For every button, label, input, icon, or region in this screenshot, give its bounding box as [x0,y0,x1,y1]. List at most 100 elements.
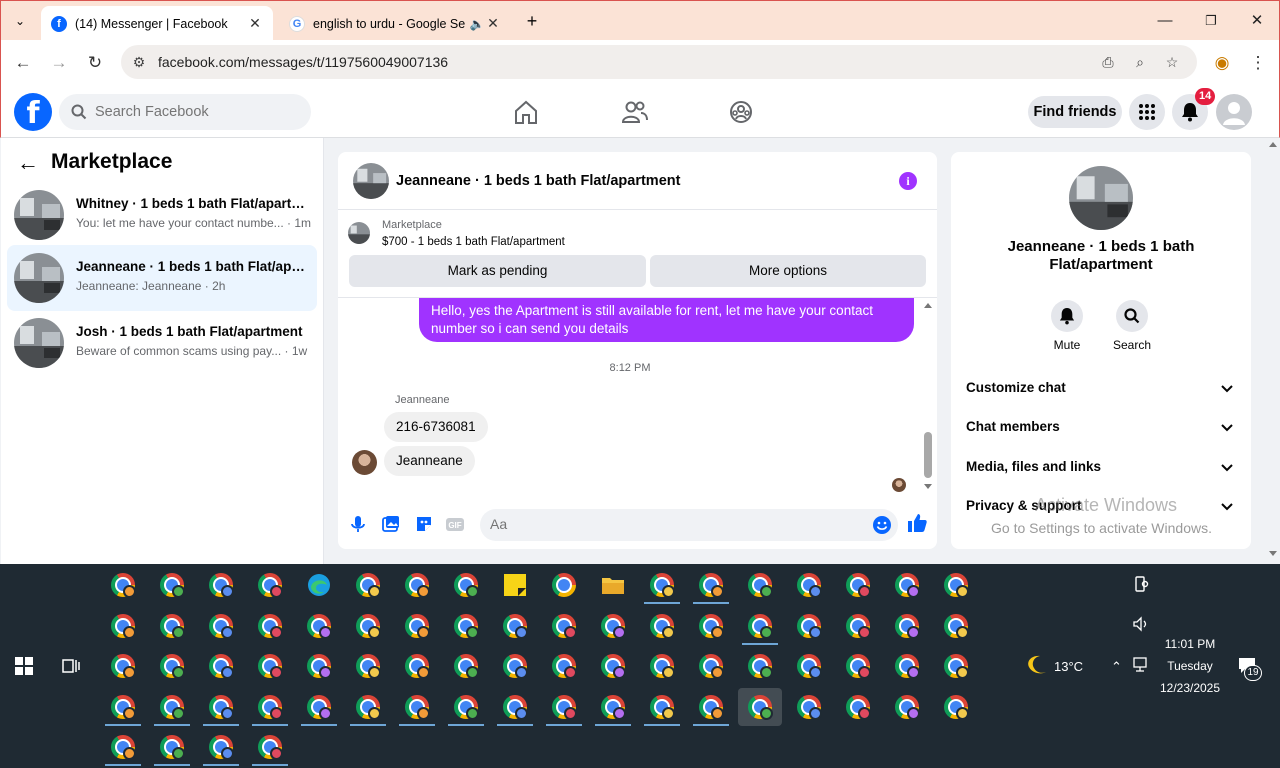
chrome-icon[interactable] [395,647,439,685]
chrome-icon[interactable] [738,647,782,685]
details-avatar[interactable] [1069,166,1133,230]
chrome-icon[interactable] [444,688,488,726]
url-text[interactable]: facebook.com/messages/t/1197560049007136 [158,54,448,70]
chrome-icon[interactable] [787,647,831,685]
back-arrow-icon[interactable]: ← [17,150,39,176]
chrome-icon[interactable] [101,566,145,604]
chrome-icon[interactable] [248,566,292,604]
profile-icon[interactable]: ◉ [1209,50,1235,76]
facebook-logo[interactable]: f [14,93,52,131]
more-options-button[interactable]: More options [650,255,926,287]
chrome-icon[interactable] [591,647,635,685]
chrome-icon[interactable] [150,728,194,766]
chrome-icon[interactable] [836,688,880,726]
customize-chat-section[interactable]: Customize chat [966,380,1236,404]
listing-thumbnail[interactable] [348,222,370,244]
chrome-icon[interactable] [297,688,341,726]
task-view-icon[interactable] [62,657,80,675]
chrome-icon[interactable] [101,647,145,685]
clock-date[interactable]: 12/23/2025 [1150,681,1230,695]
volume-icon[interactable] [1132,615,1150,633]
chrome-icon[interactable] [885,688,929,726]
chrome-icon[interactable] [248,728,292,766]
tab-messenger[interactable]: f (14) Messenger | Facebook ✕ [41,6,273,41]
chrome-menu-icon[interactable]: ⋮ [1245,50,1271,76]
chrome-icon[interactable] [248,688,292,726]
chrome-icon[interactable] [787,607,831,645]
conversation-item-josh[interactable]: Josh · 1 beds 1 bath Flat/apartment Bewa… [7,310,317,376]
chrome-icon[interactable] [836,607,880,645]
friends-icon[interactable] [619,98,649,126]
reload-button[interactable]: ↻ [82,50,108,76]
tab-search-button[interactable]: ⌄ [9,10,31,32]
chrome-icon[interactable] [444,607,488,645]
chrome-icon[interactable] [591,607,635,645]
minimize-button[interactable]: — [1142,9,1188,33]
listing-price[interactable]: $700 - 1 beds 1 bath Flat/apartment [382,236,565,248]
chrome-icon[interactable] [787,688,831,726]
chrome-icon[interactable] [444,647,488,685]
file-explorer-icon[interactable] [591,566,635,604]
conversation-item-jeanneane[interactable]: Jeanneane · 1 beds 1 bath Flat/apartment… [7,245,317,311]
media-files-links-section[interactable]: Media, files and links [966,459,1236,483]
chrome-icon[interactable] [640,647,684,685]
chrome-icon[interactable] [542,647,586,685]
chat-members-section[interactable]: Chat members [966,419,1236,443]
message-input-wrapper[interactable] [480,509,898,541]
gif-icon[interactable]: GIF [445,514,465,534]
tab-google[interactable]: G english to urdu - Google Se 🔈 ✕ [279,6,511,41]
chrome-icon[interactable] [591,688,635,726]
site-settings-icon[interactable]: ⚙ [130,53,148,71]
chrome-icon[interactable] [934,607,978,645]
close-window-button[interactable]: ✕ [1234,9,1280,33]
bookmark-star-icon[interactable]: ☆ [1163,53,1181,71]
chrome-icon[interactable] [934,688,978,726]
chrome-icon[interactable] [395,566,439,604]
chrome-icon[interactable] [836,647,880,685]
info-icon[interactable]: i [899,172,917,190]
chrome-icon[interactable] [640,607,684,645]
chrome-icon[interactable] [885,607,929,645]
chrome-icon[interactable] [395,607,439,645]
chrome-icon[interactable] [934,647,978,685]
chrome-icon[interactable] [248,647,292,685]
chrome-icon[interactable] [199,566,243,604]
chrome-icon[interactable] [689,607,733,645]
groups-icon[interactable] [726,98,756,126]
chrome-icon[interactable] [738,566,782,604]
search-in-chat-button[interactable]: Search [1102,300,1162,352]
message-input[interactable] [490,516,860,532]
chrome-icon[interactable] [885,647,929,685]
find-friends-button[interactable]: Find friends [1028,96,1122,128]
chrome-icon[interactable] [542,688,586,726]
device-icon[interactable] [1133,575,1149,593]
sender-avatar[interactable] [352,450,377,475]
chrome-icon[interactable] [346,566,390,604]
chrome-icon[interactable] [346,607,390,645]
install-app-icon[interactable]: ⎙ [1099,53,1117,71]
sticker-icon[interactable] [414,514,434,534]
show-hidden-icons-chevron[interactable]: ⌃ [1111,659,1122,675]
chrome-icon[interactable] [150,688,194,726]
close-tab-icon[interactable]: ✕ [485,15,501,32]
conversation-item-whitney[interactable]: Whitney · 1 beds 1 bath Flat/apartment Y… [7,182,317,248]
sticky-notes-icon[interactable] [493,566,537,604]
clock-day[interactable]: Tuesday [1150,659,1230,673]
chat-title[interactable]: Jeanneane · 1 beds 1 bath Flat/apartment [396,173,680,189]
search-box[interactable] [59,94,311,130]
chrome-icon[interactable] [542,566,586,604]
chrome-icon[interactable] [493,607,537,645]
clock-time[interactable]: 11:01 PM [1150,637,1230,651]
chrome-icon[interactable] [297,647,341,685]
chat-avatar[interactable] [353,163,389,199]
account-avatar[interactable] [1216,94,1252,130]
close-tab-icon[interactable]: ✕ [247,15,263,32]
mute-button[interactable]: Mute [1037,300,1097,352]
windows-start-icon[interactable] [15,657,33,675]
chrome-icon[interactable] [101,688,145,726]
chrome-icon[interactable] [150,607,194,645]
weather-temperature[interactable]: 13°C [1054,659,1083,674]
chrome-icon[interactable] [199,688,243,726]
search-input[interactable] [95,104,295,120]
mark-as-pending-button[interactable]: Mark as pending [349,255,646,287]
